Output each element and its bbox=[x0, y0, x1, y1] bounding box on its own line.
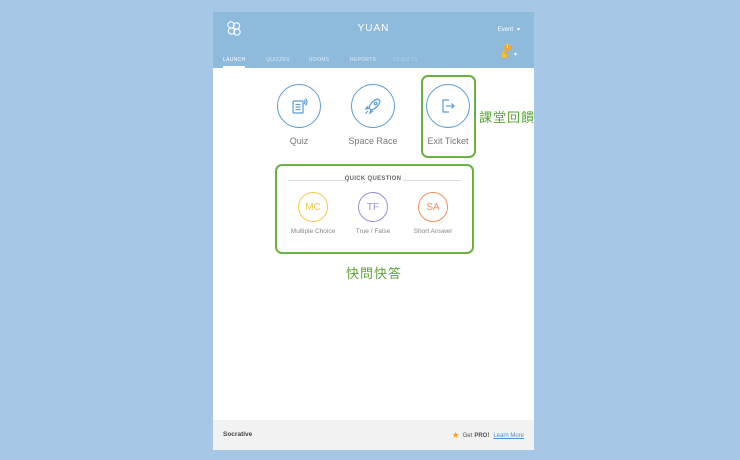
user-name: Event bbox=[497, 27, 513, 33]
tab-quizzes[interactable]: QUIZZES bbox=[266, 56, 290, 68]
exit-ticket-highlight bbox=[421, 75, 476, 158]
tab-results[interactable]: RESULTS bbox=[393, 56, 418, 68]
pro-promo: ★ Get PRO! Learn More bbox=[452, 430, 524, 441]
room-name: YUAN bbox=[357, 23, 390, 34]
quiz-icon bbox=[277, 84, 321, 128]
main-tabs: LAUNCH QUIZZES ROOMS REPORTS RESULTS bbox=[213, 56, 534, 68]
tab-reports[interactable]: REPORTS bbox=[350, 56, 376, 68]
quiz-card[interactable]: Quiz bbox=[259, 84, 339, 146]
chevron-down-icon: ▾ bbox=[516, 27, 520, 33]
quick-question-highlight bbox=[275, 164, 474, 254]
footer: Socrative ★ Get PRO! Learn More bbox=[213, 420, 534, 450]
exit-ticket-annotation: 課堂回饋 bbox=[479, 111, 536, 126]
tab-launch[interactable]: LAUNCH bbox=[223, 56, 246, 68]
user-menu[interactable]: Event ▾ bbox=[498, 26, 520, 33]
top-header: YUAN Event ▾ ✋ 1 ▾ LAUNCH QUIZZES ROOMS R… bbox=[213, 12, 534, 68]
space-race-label: Space Race bbox=[348, 136, 398, 146]
star-icon: ★ bbox=[451, 430, 460, 440]
promo-text: Get bbox=[462, 432, 473, 439]
pro-text: PRO! bbox=[474, 432, 490, 439]
space-race-card[interactable]: Space Race bbox=[333, 84, 413, 146]
brand-name: Socrative bbox=[223, 431, 253, 438]
quiz-label: Quiz bbox=[289, 136, 309, 146]
notification-badge: 1 bbox=[504, 44, 511, 51]
quick-question-annotation: 快問快答 bbox=[346, 267, 403, 282]
learn-more-link[interactable]: Learn More bbox=[493, 433, 524, 439]
rocket-icon bbox=[351, 84, 395, 128]
tab-rooms[interactable]: ROOMS bbox=[309, 56, 329, 68]
